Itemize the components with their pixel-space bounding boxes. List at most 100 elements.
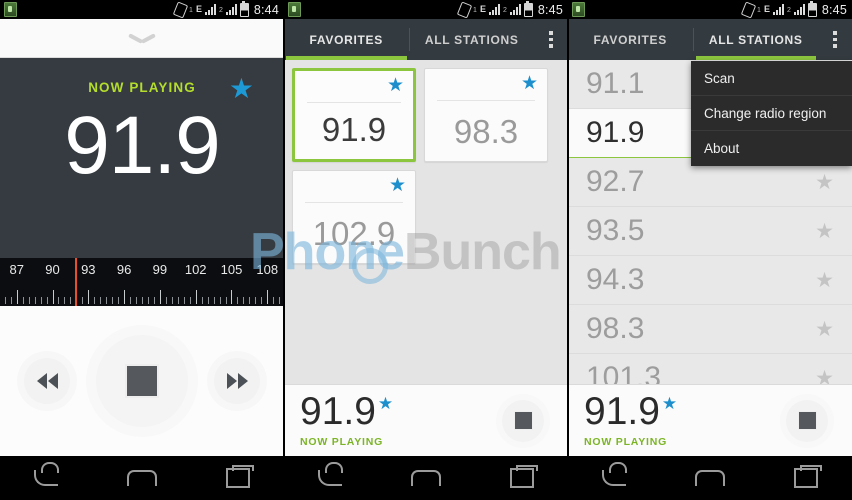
now-playing-info: 91.9 ★ NOW PLAYING — [584, 390, 786, 448]
stop-button[interactable] — [786, 399, 828, 442]
dial-label: 87 — [9, 262, 24, 277]
android-nav-bar-panel3 — [568, 456, 852, 500]
favorite-star-icon[interactable]: ★ — [815, 172, 834, 193]
overflow-menu-button[interactable] — [818, 19, 852, 60]
favorites-row: ★ 102.9 — [292, 170, 560, 264]
stop-icon — [125, 364, 159, 398]
now-playing-frequency-row: 91.9 ★ — [300, 390, 502, 434]
station-tile[interactable]: ★ 98.3 — [424, 68, 548, 162]
station-tile[interactable]: ★ 102.9 — [292, 170, 416, 264]
station-frequency: 98.3 — [586, 312, 645, 345]
station-frequency: 93.5 — [586, 214, 645, 247]
favorite-star-icon[interactable]: ★ — [387, 76, 404, 95]
signal-bars-sim2-icon — [509, 4, 521, 15]
dial-label: 93 — [81, 262, 96, 277]
tab-favorites[interactable]: FAVORITES — [568, 19, 693, 60]
station-frequency: 92.7 — [586, 165, 645, 198]
favorite-star-icon[interactable]: ★ — [815, 319, 834, 340]
battery-icon — [239, 0, 249, 17]
status-time: 8:45 — [821, 2, 847, 17]
status-bar-panel2: 1 E 2 8:45 — [284, 0, 568, 19]
now-playing-label: NOW PLAYING — [300, 435, 384, 448]
now-playing-frequency: 91.9 — [300, 390, 376, 434]
now-playing-bar-panel3[interactable]: 91.9 ★ NOW PLAYING — [568, 384, 852, 456]
favorite-star-icon[interactable]: ★ — [521, 74, 538, 93]
now-playing-panel: NOW PLAYING ★ 91.9 — [0, 58, 284, 258]
stop-icon — [797, 411, 817, 430]
sim1-label: 1 — [189, 6, 193, 14]
back-icon[interactable] — [34, 462, 60, 486]
vibrate-icon — [456, 0, 473, 19]
status-bar-right-panel2: 1 E 2 8:45 — [456, 0, 568, 19]
status-bar-panel1: 1 E 2 8:44 — [0, 0, 284, 19]
stop-button[interactable] — [502, 399, 544, 442]
station-tile-frequency: 98.3 — [453, 113, 519, 150]
station-list-row[interactable]: 98.3 ★ — [568, 305, 852, 354]
tile-divider — [437, 100, 535, 101]
collapse-bar[interactable] — [0, 19, 284, 58]
status-bar-panel3: 1 E 2 8:45 — [568, 0, 852, 19]
tab-favorites-label: FAVORITES — [309, 32, 383, 47]
prev-station-button[interactable] — [24, 358, 70, 404]
android-nav-bar-panel2 — [284, 456, 568, 500]
vibrate-icon — [740, 0, 757, 19]
home-icon[interactable] — [694, 470, 725, 486]
playback-controls — [0, 306, 284, 456]
station-frequency: 101.3 — [586, 361, 662, 385]
recents-icon[interactable] — [225, 465, 254, 488]
home-icon[interactable] — [410, 470, 441, 486]
station-frequency: 91.1 — [586, 67, 645, 100]
chevron-down-icon[interactable] — [129, 32, 155, 45]
tab-bar-panel2: FAVORITES ALL STATIONS — [284, 19, 568, 60]
menu-item-about[interactable]: About — [691, 131, 852, 166]
now-playing-frequency: 91.9 — [584, 390, 660, 434]
dial-ticks — [0, 286, 284, 304]
next-station-button[interactable] — [214, 358, 260, 404]
favorite-star-icon[interactable]: ★ — [815, 270, 834, 291]
overflow-menu-button[interactable] — [534, 19, 568, 60]
station-list-row[interactable]: 101.3 ★ — [568, 354, 852, 384]
overflow-dropdown-menu: Scan Change radio region About — [691, 61, 852, 166]
tuning-dial[interactable]: 87 90 93 96 99 102 105 108 — [0, 258, 284, 306]
tab-favorites-label: FAVORITES — [593, 32, 667, 47]
now-playing-info: 91.9 ★ NOW PLAYING — [300, 390, 502, 448]
now-playing-bar-panel2[interactable]: 91.9 ★ NOW PLAYING — [284, 384, 568, 456]
signal-bars-sim1-icon — [772, 4, 784, 15]
network-type-label: E — [195, 3, 202, 14]
dial-label: 105 — [220, 262, 243, 277]
home-icon[interactable] — [126, 470, 157, 486]
tab-all-stations[interactable]: ALL STATIONS — [410, 19, 535, 60]
tab-all-stations[interactable]: ALL STATIONS — [694, 19, 819, 60]
back-icon[interactable] — [602, 462, 628, 486]
favorite-star-icon[interactable]: ★ — [229, 75, 254, 103]
recents-icon[interactable] — [509, 465, 538, 488]
station-list-row[interactable]: 93.5 ★ — [568, 207, 852, 256]
android-nav-bar-panel1 — [0, 456, 284, 500]
favorite-star-icon[interactable]: ★ — [815, 221, 834, 242]
now-playing-label: NOW PLAYING — [88, 80, 196, 95]
station-list-row[interactable]: 94.3 ★ — [568, 256, 852, 305]
favorite-star-icon[interactable]: ★ — [815, 368, 834, 385]
sim1-label: 1 — [757, 6, 761, 14]
station-tile[interactable]: ★ 91.9 — [292, 68, 416, 162]
vibrate-icon — [172, 0, 189, 19]
status-bar-right-panel1: 1 E 2 8:44 — [172, 0, 284, 19]
dial-needle — [75, 258, 78, 306]
recents-icon[interactable] — [793, 465, 822, 488]
dial-label: 96 — [116, 262, 132, 277]
menu-item-scan[interactable]: Scan — [691, 61, 852, 96]
tab-favorites[interactable]: FAVORITES — [284, 19, 409, 60]
favorite-star-icon[interactable]: ★ — [389, 176, 406, 195]
panel-now-playing: 1 E 2 8:44 NOW PLAYING ★ 91.9 87 90 93 96 99… — [0, 0, 284, 500]
favorite-star-icon[interactable]: ★ — [378, 395, 393, 412]
back-icon[interactable] — [318, 462, 344, 486]
now-playing-frequency-row: 91.9 ★ — [584, 390, 786, 434]
stop-button[interactable] — [96, 335, 188, 427]
menu-item-change-radio-region[interactable]: Change radio region — [691, 96, 852, 131]
status-bar-right-panel3: 1 E 2 8:45 — [740, 0, 852, 19]
now-playing-label: NOW PLAYING — [584, 435, 668, 448]
sim2-label: 2 — [786, 6, 791, 14]
favorite-star-icon[interactable]: ★ — [662, 395, 677, 412]
tab-all-stations-label: ALL STATIONS — [708, 32, 803, 47]
fast-forward-icon — [226, 373, 248, 389]
